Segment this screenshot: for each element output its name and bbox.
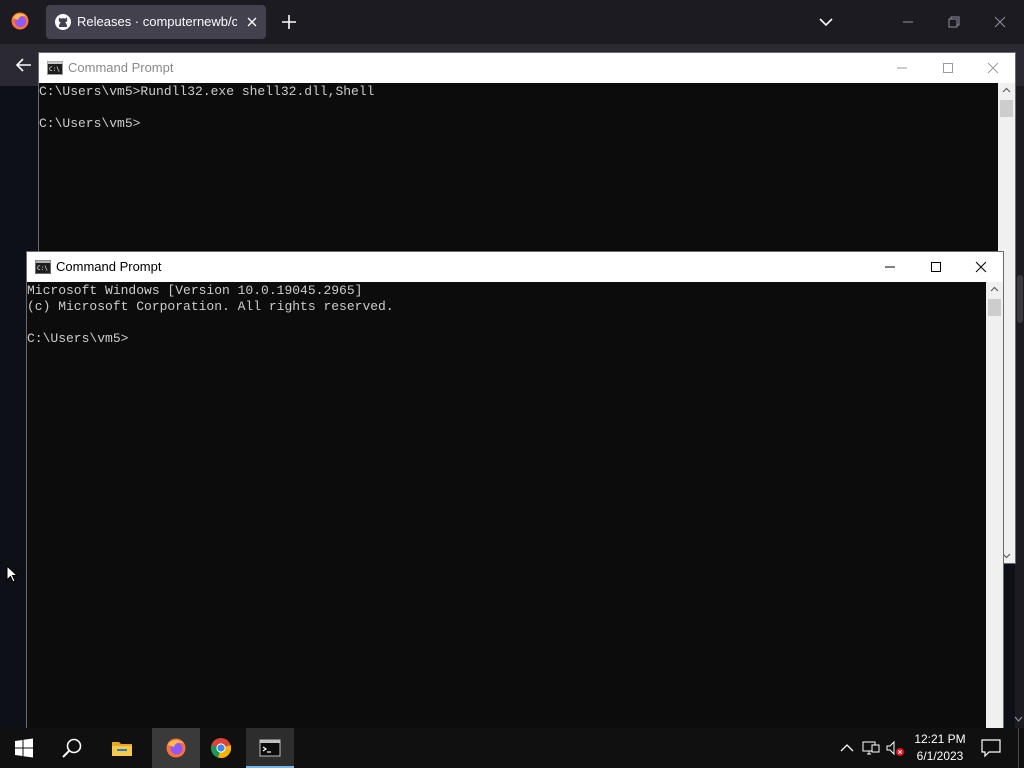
console-scrollbar[interactable] <box>986 282 1003 740</box>
browser-tab-bar: Releases · computernewb/colla <box>0 0 1024 44</box>
taskbar-command-prompt[interactable] <box>246 728 294 768</box>
new-tab-plus-icon[interactable] <box>279 12 299 32</box>
clock-time[interactable]: 12:21 PM <box>912 731 968 748</box>
close-icon <box>987 62 999 74</box>
maximize-button[interactable] <box>925 53 971 83</box>
command-prompt-icon: C:\ <box>35 260 51 274</box>
taskbar-chrome[interactable] <box>197 728 245 768</box>
command-prompt-icon <box>259 739 281 757</box>
close-button[interactable] <box>970 53 1016 83</box>
console-line: C:\Users\vm5> <box>39 116 141 131</box>
windows-logo-icon <box>15 738 33 758</box>
close-icon <box>975 261 987 273</box>
browser-minimize-icon[interactable] <box>898 12 918 32</box>
browser-scrollbar-thumb[interactable] <box>1017 275 1023 323</box>
show-hidden-icons-chevron-icon[interactable] <box>837 738 857 758</box>
back-arrow-icon[interactable] <box>13 54 35 76</box>
console-output[interactable]: Microsoft Windows [Version 10.0.19045.29… <box>27 282 986 740</box>
console-line: C:\Users\vm5>Rundll32.exe shell32.dll,Sh… <box>39 84 375 99</box>
close-button[interactable] <box>958 252 1004 282</box>
maximize-icon <box>943 63 953 73</box>
scrollbar-thumb[interactable] <box>1000 100 1013 117</box>
taskbar-file-explorer[interactable] <box>98 728 146 768</box>
command-prompt-icon: C:\ <box>47 61 63 75</box>
scroll-up-arrow-icon[interactable] <box>1002 86 1011 95</box>
clock-date[interactable]: 6/1/2023 <box>912 748 968 765</box>
window-title: Command Prompt <box>56 259 162 274</box>
mouse-pointer-icon <box>6 565 18 583</box>
svg-text:C:\: C:\ <box>37 265 48 272</box>
browser-scrollbar[interactable] <box>1015 86 1024 728</box>
console-line: (c) Microsoft Corporation. All rights re… <box>27 299 394 314</box>
taskbar: 12:21 PM 6/1/2023 <box>0 728 1024 768</box>
browser-restore-icon[interactable] <box>944 12 964 32</box>
scroll-up-arrow-icon[interactable] <box>990 285 999 294</box>
minimize-icon <box>897 67 907 69</box>
taskbar-firefox[interactable] <box>152 728 200 768</box>
maximize-button[interactable] <box>913 252 959 282</box>
close-tab-icon[interactable] <box>244 14 260 30</box>
maximize-icon <box>931 262 941 272</box>
volume-muted-icon[interactable] <box>885 738 905 758</box>
firefox-menu-icon[interactable] <box>10 11 30 31</box>
browser-tab-title: Releases · computernewb/colla <box>77 14 237 29</box>
minimize-button[interactable] <box>867 252 913 282</box>
browser-tab-releases[interactable]: Releases · computernewb/colla <box>46 5 266 39</box>
command-prompt-window-active[interactable]: C:\ Command Prompt Microsoft Windows [Ve… <box>26 251 1004 741</box>
firefox-icon <box>166 738 186 758</box>
svg-text:C:\: C:\ <box>49 66 60 73</box>
file-explorer-icon <box>112 742 132 756</box>
network-icon[interactable] <box>861 738 881 758</box>
console-line: C:\Users\vm5> <box>27 331 129 346</box>
search-button[interactable] <box>48 728 96 768</box>
window-title: Command Prompt <box>68 60 174 75</box>
scroll-down-arrow-icon[interactable] <box>1013 714 1024 725</box>
scrollbar-thumb[interactable] <box>988 299 1001 316</box>
list-all-tabs-chevron-icon[interactable] <box>816 12 836 32</box>
start-button[interactable] <box>0 728 48 768</box>
browser-close-icon[interactable] <box>990 12 1010 32</box>
notification-center-icon[interactable] <box>980 738 1002 758</box>
github-icon <box>55 14 71 30</box>
show-desktop-button[interactable] <box>1018 728 1024 768</box>
minimize-button[interactable] <box>879 53 925 83</box>
search-icon <box>62 738 82 758</box>
minimize-icon <box>885 266 895 268</box>
chrome-icon <box>211 738 232 758</box>
window-title-bar[interactable]: C:\ Command Prompt <box>39 53 1015 83</box>
window-title-bar[interactable]: C:\ Command Prompt <box>27 252 1003 282</box>
console-line: Microsoft Windows [Version 10.0.19045.29… <box>27 283 363 298</box>
desktop-screen: Releases · computernewb/colla <box>0 0 1024 768</box>
